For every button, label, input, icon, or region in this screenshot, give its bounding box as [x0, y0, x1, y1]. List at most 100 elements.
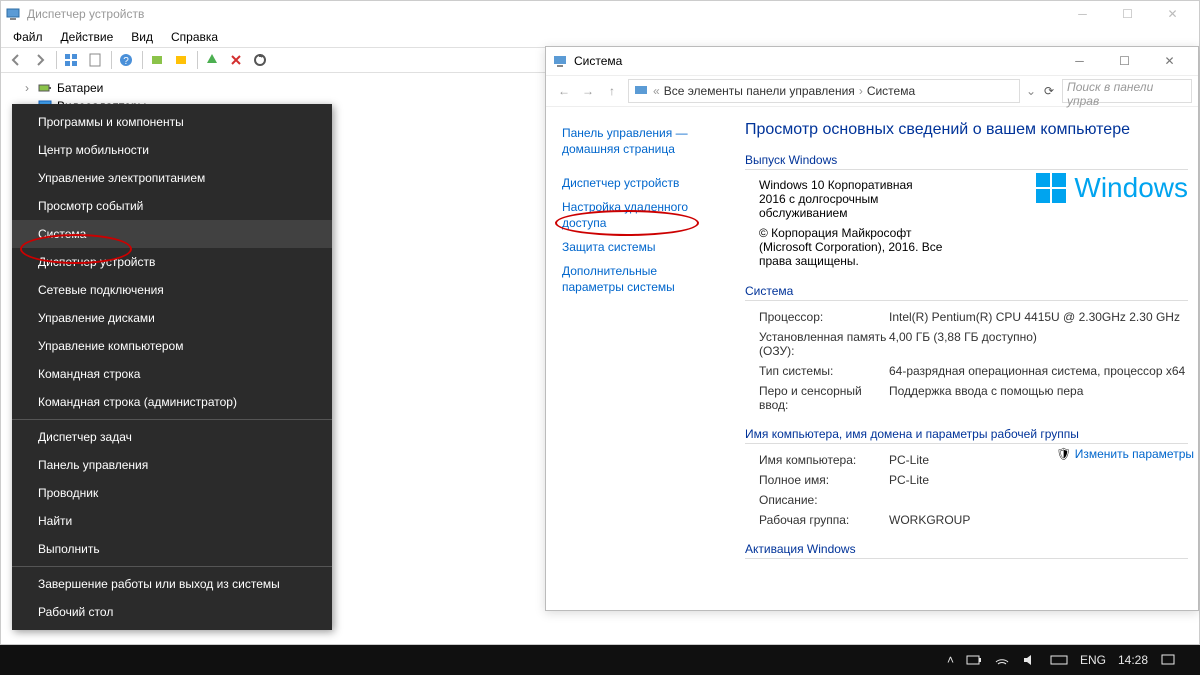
- grid-icon[interactable]: [60, 49, 82, 71]
- disable-icon[interactable]: [225, 49, 247, 71]
- copyright-line: © Корпорация Майкрософт (Microsoft Corpo…: [759, 222, 949, 272]
- computer-icon: [5, 6, 21, 22]
- ctx-item[interactable]: Управление электропитанием: [12, 164, 332, 192]
- ctx-item[interactable]: Просмотр событий: [12, 192, 332, 220]
- winx-context-menu: Программы и компонентыЦентр мобильностиУ…: [12, 104, 332, 630]
- ctx-item[interactable]: Управление компьютером: [12, 332, 332, 360]
- control-panel-icon: [552, 53, 568, 69]
- row-label: Имя компьютера:: [759, 453, 889, 467]
- tray-notifications-icon[interactable]: [1154, 653, 1182, 667]
- taskbar[interactable]: ˄ ENG 14:28: [0, 645, 1200, 675]
- row-label: Полное имя:: [759, 473, 889, 487]
- row-value: [889, 493, 1188, 507]
- ctx-item[interactable]: Командная строка (администратор): [12, 388, 332, 416]
- refresh-icon[interactable]: ⟳: [1042, 84, 1056, 98]
- control-panel-icon: [633, 83, 649, 99]
- ctx-item[interactable]: Управление дисками: [12, 304, 332, 332]
- sys-titlebar[interactable]: Система ─ ☐ ✕: [546, 47, 1198, 75]
- dm-title: Диспетчер устройств: [27, 7, 144, 21]
- close-button[interactable]: ✕: [1147, 47, 1192, 75]
- change-settings-link[interactable]: Изменить параметры: [1075, 447, 1194, 461]
- ctx-item[interactable]: Сетевые подключения: [12, 276, 332, 304]
- tray-wifi-icon[interactable]: [988, 654, 1016, 666]
- ctx-item[interactable]: Система: [12, 220, 332, 248]
- dropdown-icon[interactable]: ⌄: [1024, 84, 1038, 98]
- refresh-icon[interactable]: [249, 49, 271, 71]
- ctx-item[interactable]: Выполнить: [12, 535, 332, 563]
- properties-icon[interactable]: [84, 49, 106, 71]
- info-row: Описание:: [745, 490, 1188, 510]
- nav-home[interactable]: Панель управления — домашняя страница: [562, 121, 721, 161]
- nav-device-manager[interactable]: Диспетчер устройств: [562, 171, 721, 195]
- enable-icon[interactable]: [201, 49, 223, 71]
- breadcrumb[interactable]: « Все элементы панели управления › Систе…: [628, 79, 1020, 103]
- tray-volume-icon[interactable]: [1016, 654, 1044, 666]
- battery-icon: [37, 80, 53, 96]
- nav-protection[interactable]: Защита системы: [562, 235, 721, 259]
- ctx-item[interactable]: Программы и компоненты: [12, 108, 332, 136]
- menu-view[interactable]: Вид: [123, 28, 161, 46]
- ctx-item[interactable]: Проводник: [12, 479, 332, 507]
- shield-icon: 🛡: [1056, 447, 1071, 461]
- sys-main: Просмотр основных сведений о вашем компь…: [731, 107, 1198, 612]
- row-label: Тип системы:: [759, 364, 889, 378]
- tray-battery-icon[interactable]: [960, 654, 988, 666]
- help-icon[interactable]: ?: [115, 49, 137, 71]
- row-value: 4,00 ГБ (3,88 ГБ доступно): [889, 330, 1188, 358]
- menu-file[interactable]: Файл: [5, 28, 51, 46]
- tray-keyboard-icon[interactable]: [1044, 654, 1074, 666]
- group-name-title: Имя компьютера, имя домена и параметры р…: [745, 427, 1188, 444]
- crumb[interactable]: Все элементы панели управления: [664, 84, 855, 98]
- ctx-item[interactable]: Панель управления: [12, 451, 332, 479]
- group-system-title: Система: [745, 284, 1188, 301]
- menu-help[interactable]: Справка: [163, 28, 226, 46]
- row-value: PC-Lite: [889, 473, 1188, 487]
- ctx-item[interactable]: Завершение работы или выход из системы: [12, 570, 332, 598]
- crumb[interactable]: Система: [867, 84, 915, 98]
- update-icon[interactable]: [170, 49, 192, 71]
- info-row: Установленная память (ОЗУ):4,00 ГБ (3,88…: [745, 327, 1188, 361]
- ctx-item[interactable]: Командная строка: [12, 360, 332, 388]
- tray-chevron-up-icon[interactable]: ˄: [941, 653, 960, 667]
- back-icon[interactable]: [5, 49, 27, 71]
- row-value: WORKGROUP: [889, 513, 1188, 527]
- ctx-item[interactable]: Рабочий стол: [12, 598, 332, 626]
- ctx-item[interactable]: Найти: [12, 507, 332, 535]
- dm-menubar: Файл Действие Вид Справка: [1, 27, 1199, 47]
- close-button[interactable]: ✕: [1150, 1, 1195, 27]
- up-icon[interactable]: ↑: [600, 84, 624, 98]
- info-row: Процессор:Intel(R) Pentium(R) CPU 4415U …: [745, 307, 1188, 327]
- expand-arrow-icon[interactable]: ›: [21, 81, 33, 95]
- forward-icon[interactable]: [29, 49, 51, 71]
- forward-icon[interactable]: →: [576, 84, 600, 98]
- info-row: Тип системы:64-разрядная операционная си…: [745, 361, 1188, 381]
- minimize-button[interactable]: ─: [1060, 1, 1105, 27]
- back-icon[interactable]: ←: [552, 84, 576, 98]
- tree-label: Батареи: [57, 81, 103, 95]
- nav-remote[interactable]: Настройка удаленного доступа: [562, 195, 721, 235]
- row-label: Рабочая группа:: [759, 513, 889, 527]
- minimize-button[interactable]: ─: [1057, 47, 1102, 75]
- ctx-item[interactable]: Диспетчер устройств: [12, 248, 332, 276]
- scan-icon[interactable]: [146, 49, 168, 71]
- ctx-item[interactable]: Центр мобильности: [12, 136, 332, 164]
- windows-logo: Windows: [1036, 172, 1188, 204]
- maximize-button[interactable]: ☐: [1102, 47, 1147, 75]
- system-window: Система ─ ☐ ✕ ← → ↑ « Все элементы панел…: [545, 46, 1199, 611]
- row-value: Поддержка ввода с помощью пера: [889, 384, 1188, 412]
- dm-titlebar[interactable]: Диспетчер устройств ─ ☐ ✕: [1, 1, 1199, 27]
- edition-line: Windows 10 Корпоративная 2016 с долгосро…: [759, 176, 939, 222]
- nav-advanced[interactable]: Дополнительные параметры системы: [562, 259, 721, 299]
- sys-title: Система: [574, 54, 622, 68]
- info-row: Перо и сенсорный ввод:Поддержка ввода с …: [745, 381, 1188, 415]
- address-bar: ← → ↑ « Все элементы панели управления ›…: [546, 75, 1198, 107]
- ctx-item[interactable]: Диспетчер задач: [12, 423, 332, 451]
- maximize-button[interactable]: ☐: [1105, 1, 1150, 27]
- tray-language[interactable]: ENG: [1074, 653, 1112, 667]
- menu-action[interactable]: Действие: [53, 28, 122, 46]
- tray-clock[interactable]: 14:28: [1112, 653, 1154, 667]
- sys-nav: Панель управления — домашняя страница Ди…: [546, 107, 731, 612]
- group-activation-title: Активация Windows: [745, 542, 1188, 559]
- row-label: Процессор:: [759, 310, 889, 324]
- search-input[interactable]: Поиск в панели управ: [1062, 79, 1192, 103]
